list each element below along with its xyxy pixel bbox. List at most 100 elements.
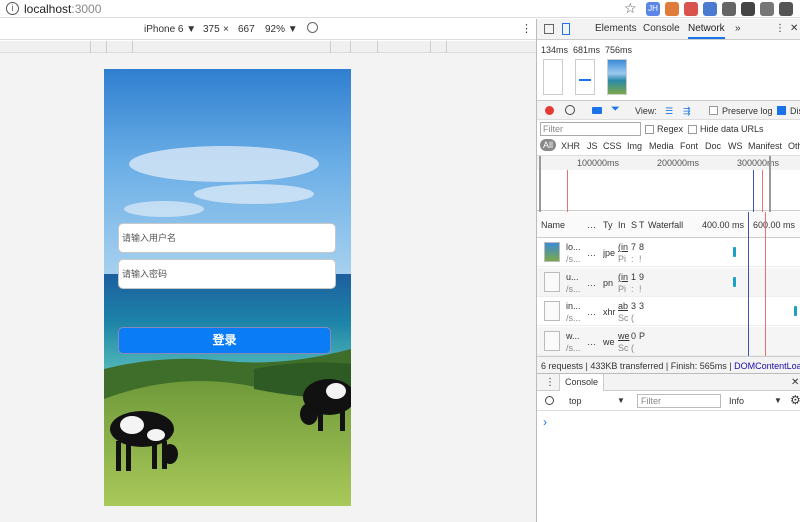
type-filter-all[interactable]: All — [540, 139, 557, 151]
column-type[interactable]: Ty — [603, 220, 613, 230]
inspect-element-icon[interactable] — [544, 24, 554, 34]
screenshot-thumb[interactable] — [543, 59, 563, 95]
column-name[interactable]: Name — [541, 220, 565, 230]
table-row[interactable]: w.../s... … we we Sc 0(P — [537, 326, 800, 356]
column-initiator[interactable]: In — [618, 220, 626, 230]
console-output[interactable]: › — [537, 411, 800, 522]
more-tabs-icon[interactable]: » — [735, 23, 741, 34]
view-label: View: — [635, 106, 657, 116]
waterfall-bar[interactable] — [794, 306, 797, 316]
extension-icon[interactable] — [760, 2, 774, 16]
extension-icon[interactable] — [741, 2, 755, 16]
type-filter-manifest[interactable]: Manifest — [748, 141, 782, 151]
clear-icon[interactable] — [565, 105, 575, 115]
file-icon — [544, 301, 560, 321]
request-more: … — [587, 248, 596, 258]
clear-console-icon[interactable] — [545, 396, 554, 405]
filter-funnel-icon[interactable]: ⏷ — [611, 103, 620, 116]
type-filter-doc[interactable]: Doc — [705, 141, 721, 151]
url-host: localhost — [24, 2, 72, 16]
type-filter-css[interactable]: CSS — [603, 141, 622, 151]
tab-console[interactable]: Console — [643, 23, 680, 34]
context-dropdown-icon[interactable]: ▼ — [617, 396, 625, 405]
zoom-select[interactable]: 92% ▼ — [265, 24, 298, 35]
context-selector[interactable]: top — [569, 396, 582, 406]
device-select[interactable]: iPhone 6 ▼ — [144, 24, 196, 35]
network-filter-input[interactable]: Filter — [540, 122, 641, 136]
more-options-icon[interactable]: ⋮ — [521, 22, 532, 35]
column-waterfall[interactable]: Waterfall — [648, 220, 683, 230]
type-filter-other[interactable]: Oth — [788, 141, 800, 151]
waterfall-bar[interactable] — [733, 276, 736, 287]
device-width-input[interactable]: 375 — [203, 24, 220, 35]
extension-icon[interactable] — [722, 2, 736, 16]
summary-text: 6 requests | 433KB transferred | Finish:… — [541, 361, 735, 371]
login-button[interactable]: 登录 — [118, 327, 331, 354]
table-row[interactable]: in.../s...… xhr ab Sc 3(3 — [537, 297, 800, 326]
bookmark-star-icon[interactable]: ☆ — [624, 0, 637, 17]
extension-icon[interactable] — [779, 2, 793, 16]
type-filter-js[interactable]: JS — [587, 141, 598, 151]
drawer-menu-icon[interactable]: ⋮ — [545, 377, 555, 388]
request-initiator[interactable]: (in — [618, 242, 630, 252]
url-port: :3000 — [71, 2, 102, 16]
extension-icon[interactable] — [703, 2, 717, 16]
overview-icon[interactable]: ⇶ — [683, 106, 691, 117]
device-toggle-icon[interactable] — [562, 23, 570, 35]
tab-network[interactable]: Network — [688, 23, 725, 39]
username-input[interactable]: 请输入用户名 — [118, 223, 336, 253]
site-info-icon[interactable]: i — [6, 2, 19, 15]
console-toolbar: top ▼ Filter Info ▼ ⚙ — [537, 391, 800, 411]
password-input[interactable]: 请输入密码 — [118, 259, 336, 289]
log-level-selector[interactable]: Info — [729, 396, 744, 406]
type-filter-img[interactable]: Img — [627, 141, 642, 151]
table-row[interactable]: lo... /s... … jpe (in Pi 7:8! — [537, 238, 800, 267]
screenshot-thumb[interactable] — [607, 59, 627, 95]
regex-checkbox[interactable] — [645, 125, 654, 134]
network-overview[interactable]: 100000ms 200000ms 300000ms — [537, 155, 800, 212]
request-path: /s... — [566, 254, 581, 264]
console-filter-input[interactable]: Filter — [637, 394, 721, 408]
media-query-ruler[interactable] — [0, 41, 536, 53]
hide-data-urls-checkbox[interactable] — [688, 125, 697, 134]
screenshot-time: 681ms — [573, 45, 601, 55]
request-initiator[interactable]: (in — [618, 272, 630, 282]
address-bar[interactable]: i localhost:3000 ☆ JH — [0, 0, 800, 18]
domcontentloaded-link[interactable]: DOMContentLoad... — [734, 361, 800, 371]
column-size[interactable]: S — [631, 220, 637, 230]
console-settings-gear-icon[interactable]: ⚙ — [790, 393, 800, 407]
disable-cache-checkbox[interactable] — [777, 106, 786, 115]
close-devtools-icon[interactable]: ✕ — [790, 23, 798, 34]
screenshot-thumb[interactable] — [575, 59, 595, 95]
filter-row: Filter Regex Hide data URLs — [537, 120, 800, 138]
capture-screenshots-icon[interactable] — [592, 107, 602, 114]
close-drawer-icon[interactable]: ✕ — [791, 377, 799, 388]
extension-icon[interactable]: JH — [646, 2, 660, 16]
url-text[interactable]: localhost:3000 — [24, 2, 101, 16]
devtools-menu-icon[interactable]: ⋮ — [775, 23, 785, 34]
tab-elements[interactable]: Elements — [595, 23, 637, 34]
preserve-log-checkbox[interactable] — [709, 106, 718, 115]
request-time: 9 — [639, 271, 645, 282]
device-height-input[interactable]: 667 — [238, 24, 255, 35]
column-time[interactable]: T — [639, 220, 644, 230]
type-filter-ws[interactable]: WS — [728, 141, 743, 151]
large-rows-icon[interactable]: ☰ — [665, 106, 673, 117]
request-initiator[interactable]: we — [618, 331, 630, 341]
devtools-tabbar: Elements Console Network » ⋮ ✕ — [537, 19, 800, 40]
type-filter-xhr[interactable]: XHR — [561, 141, 580, 151]
extension-icon[interactable] — [684, 2, 698, 16]
record-icon[interactable] — [545, 106, 554, 115]
log-level-dropdown-icon[interactable]: ▼ — [774, 396, 782, 405]
request-more: … — [587, 307, 596, 317]
drawer-tab-console[interactable]: Console — [559, 374, 605, 391]
request-initiator[interactable]: ab — [618, 301, 630, 311]
rotate-disabled-icon[interactable] — [307, 22, 318, 33]
type-filter-font[interactable]: Font — [680, 141, 698, 151]
table-row[interactable]: u.../s... … pn (in Pi 1:9! — [537, 267, 800, 297]
request-time-sub: ! — [639, 254, 642, 264]
waterfall-bar[interactable] — [733, 247, 736, 257]
extension-icon[interactable] — [665, 2, 679, 16]
column-more[interactable]: … — [587, 220, 596, 230]
type-filter-media[interactable]: Media — [649, 141, 674, 151]
